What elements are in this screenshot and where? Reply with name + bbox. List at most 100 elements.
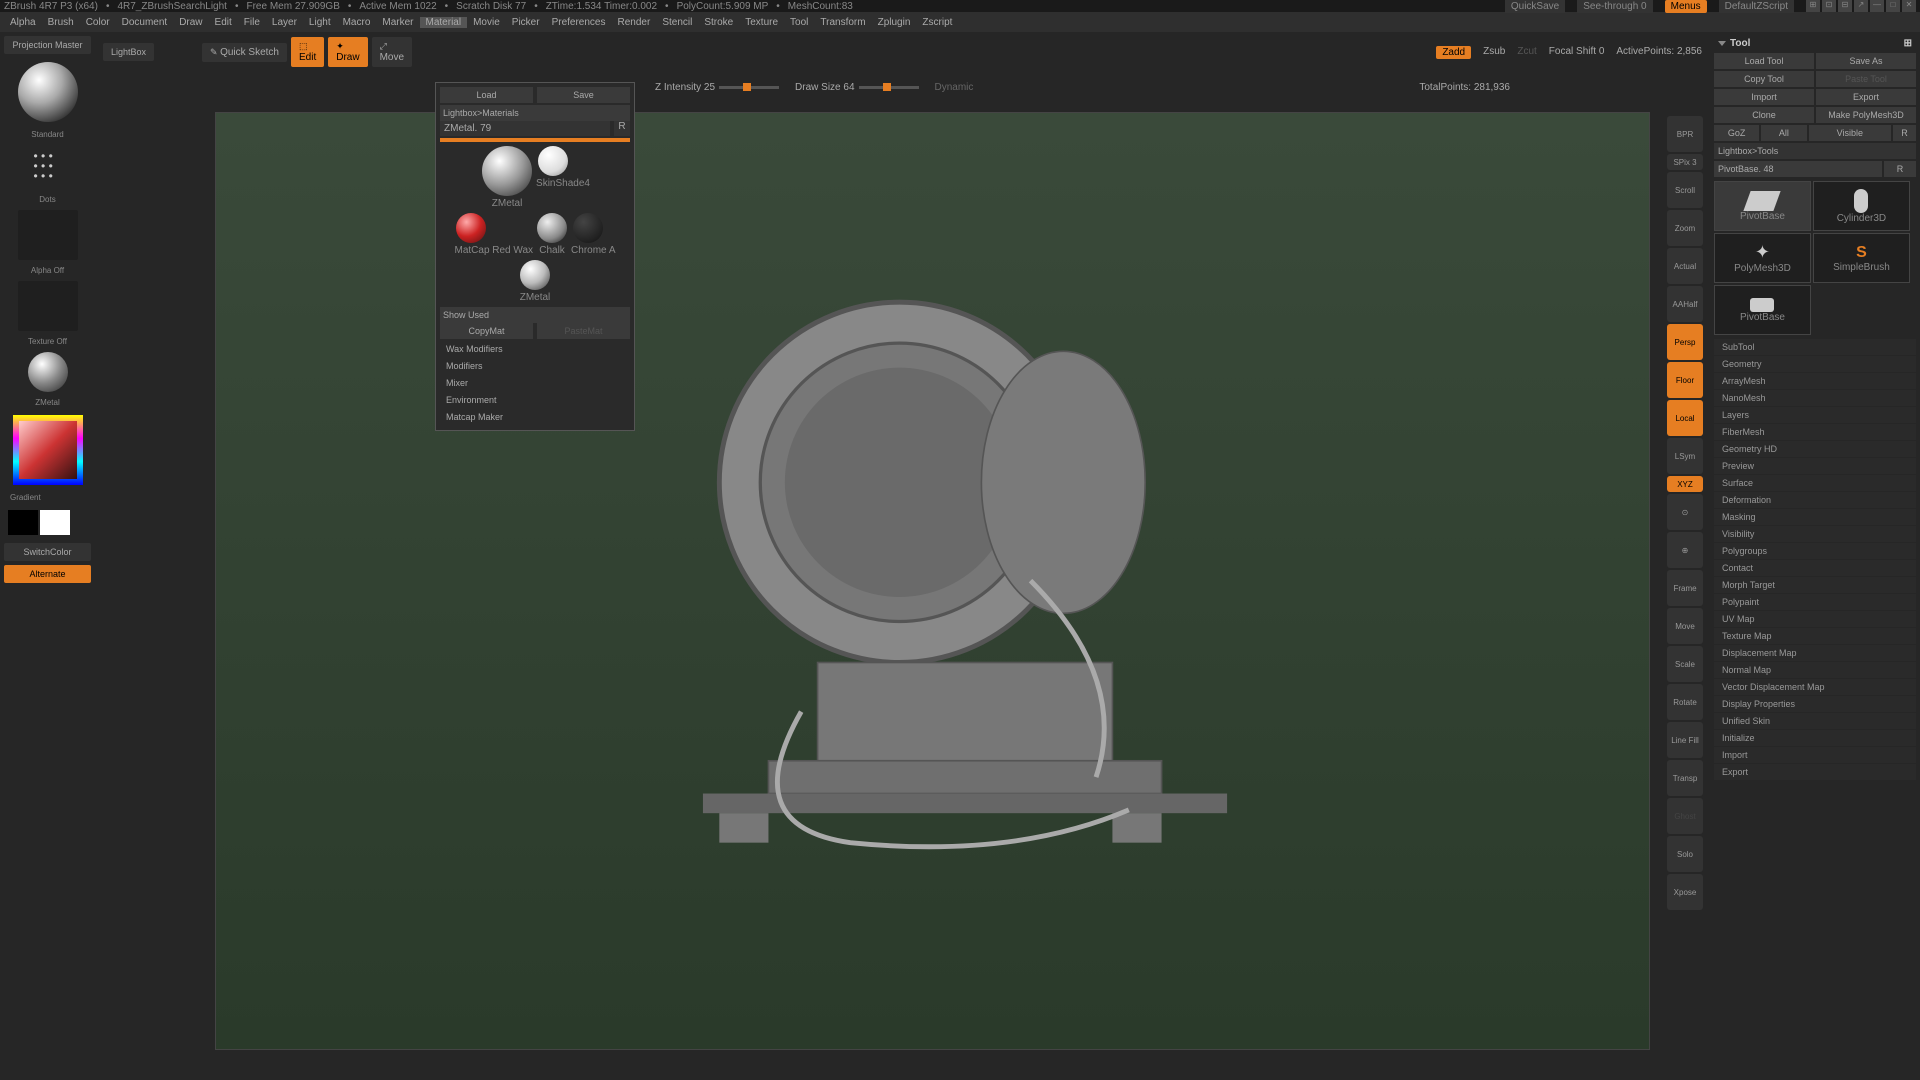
acc-preview[interactable]: Preview [1714,458,1916,474]
transp-button[interactable]: Transp [1667,760,1703,796]
menu-layer[interactable]: Layer [266,17,303,28]
tool-thumb-polymesh[interactable]: ✦PolyMesh3D [1714,233,1811,283]
quicksave-button[interactable]: QuickSave [1505,0,1565,13]
acc-initialize[interactable]: Initialize [1714,730,1916,746]
menu-preferences[interactable]: Preferences [546,17,612,28]
mat-swatch-chalk[interactable]: Chalk [535,211,569,256]
seethrough-slider[interactable]: See-through 0 [1577,0,1652,13]
acc-displacement[interactable]: Displacement Map [1714,645,1916,661]
nav-button[interactable]: ⊕ [1667,532,1703,568]
material-name[interactable]: ZMetal. 79 [440,121,610,136]
make-polymesh-button[interactable]: Make PolyMesh3D [1816,107,1916,123]
tool-thumb-cylinder[interactable]: Cylinder3D [1813,181,1910,231]
acc-surface[interactable]: Surface [1714,475,1916,491]
acc-fibermesh[interactable]: FiberMesh [1714,424,1916,440]
spix-button[interactable]: SPix 3 [1667,154,1703,170]
menu-texture[interactable]: Texture [739,17,784,28]
saveas-button[interactable]: Save As [1816,53,1916,69]
acc-subtool[interactable]: SubTool [1714,339,1916,355]
scroll-button[interactable]: Scroll [1667,172,1703,208]
acc-displayprops[interactable]: Display Properties [1714,696,1916,712]
tool-name[interactable]: PivotBase. 48 [1714,161,1882,177]
stroke-icon[interactable] [28,147,68,187]
menu-zscript[interactable]: Zscript [916,17,958,28]
win-btn[interactable]: ⊡ [1822,0,1836,12]
modifiers-section[interactable]: Modifiers [440,358,630,374]
lightbox-button[interactable]: LightBox [103,43,154,61]
acc-normalmap[interactable]: Normal Map [1714,662,1916,678]
copy-tool-button[interactable]: Copy Tool [1714,71,1814,87]
mat-swatch-skinshade[interactable]: SkinShade4 [536,144,590,209]
mat-swatch-zmetal[interactable]: ZMetal [480,144,534,209]
menu-color[interactable]: Color [80,17,116,28]
lightbox-tools-button[interactable]: Lightbox>Tools [1714,143,1916,159]
xpose-button[interactable]: Xpose [1667,874,1703,910]
floor-button[interactable]: Floor [1667,362,1703,398]
environment-section[interactable]: Environment [440,392,630,408]
dynamic-label[interactable]: Dynamic [935,82,974,93]
frame-button[interactable]: Frame [1667,570,1703,606]
move-nav-button[interactable]: Move [1667,608,1703,644]
quicksketch-button[interactable]: ✎ Quick Sketch [202,43,287,62]
acc-arraymesh[interactable]: ArrayMesh [1714,373,1916,389]
viewport[interactable] [215,112,1650,1050]
menu-marker[interactable]: Marker [376,17,419,28]
goz-r-button[interactable]: R [1893,125,1916,141]
paste-tool-button[interactable]: Paste Tool [1816,71,1916,87]
projection-master-button[interactable]: Projection Master [4,36,91,54]
win-btn[interactable]: ↗ [1854,0,1868,12]
wax-modifiers-section[interactable]: Wax Modifiers [440,341,630,357]
menu-tool[interactable]: Tool [784,17,814,28]
switchcolor-button[interactable]: SwitchColor [4,543,91,561]
texture-slot[interactable] [18,281,78,331]
mat-swatch-redwax[interactable]: MatCap Red Wax [454,211,533,256]
menu-zplugin[interactable]: Zplugin [872,17,917,28]
bpr-button[interactable]: BPR [1667,116,1703,152]
acc-polygroups[interactable]: Polygroups [1714,543,1916,559]
actual-button[interactable]: Actual [1667,248,1703,284]
matcap-maker-section[interactable]: Matcap Maker [440,409,630,425]
ghost-button[interactable]: Ghost [1667,798,1703,834]
nav-button[interactable]: ⊙ [1667,494,1703,530]
mat-swatch-zmetal2[interactable]: ZMetal [518,258,552,303]
acc-unifiedskin[interactable]: Unified Skin [1714,713,1916,729]
move-button[interactable]: ⤢Move [372,37,412,67]
alpha-slot[interactable] [18,210,78,260]
tool-thumb-pivotbase[interactable]: PivotBase [1714,181,1811,231]
mat-r-button[interactable]: R [614,121,630,136]
clone-button[interactable]: Clone [1714,107,1814,123]
swatch-black[interactable] [8,510,38,535]
defaultzscript-button[interactable]: DefaultZScript [1719,0,1794,13]
menu-macro[interactable]: Macro [337,17,377,28]
goz-all-button[interactable]: All [1761,125,1806,141]
menu-movie[interactable]: Movie [467,17,506,28]
scale-nav-button[interactable]: Scale [1667,646,1703,682]
acc-morphtarget[interactable]: Morph Target [1714,577,1916,593]
zcut-button[interactable]: Zcut [1517,46,1536,59]
local-button[interactable]: Local [1667,400,1703,436]
mat-load-button[interactable]: Load [440,87,533,103]
menu-draw[interactable]: Draw [173,17,208,28]
goz-visible-button[interactable]: Visible [1809,125,1892,141]
drawsize-slider[interactable]: Draw Size 64 [795,82,918,93]
xyz-button[interactable]: XYZ [1667,476,1703,492]
focal-shift-slider[interactable]: Focal Shift 0 [1549,46,1605,59]
tool-thumb-pivotbase2[interactable]: PivotBase [1714,285,1811,335]
tool-r-button[interactable]: R [1884,161,1916,177]
export-button[interactable]: Export [1816,89,1916,105]
acc-masking[interactable]: Masking [1714,509,1916,525]
win-btn[interactable]: □ [1886,0,1900,12]
acc-layers[interactable]: Layers [1714,407,1916,423]
menus-button[interactable]: Menus [1665,0,1707,13]
mat-save-button[interactable]: Save [537,87,630,103]
goz-button[interactable]: GoZ [1714,125,1759,141]
acc-vectordisp[interactable]: Vector Displacement Map [1714,679,1916,695]
pastemat-button[interactable]: PasteMat [537,323,630,339]
acc-import[interactable]: Import [1714,747,1916,763]
win-btn[interactable]: — [1870,0,1884,12]
zintensity-slider[interactable]: Z Intensity 25 [655,82,779,93]
zadd-button[interactable]: Zadd [1436,46,1471,59]
alternate-button[interactable]: Alternate [4,565,91,583]
draw-button[interactable]: ✦Draw [328,37,367,67]
material-preview[interactable] [28,352,68,392]
